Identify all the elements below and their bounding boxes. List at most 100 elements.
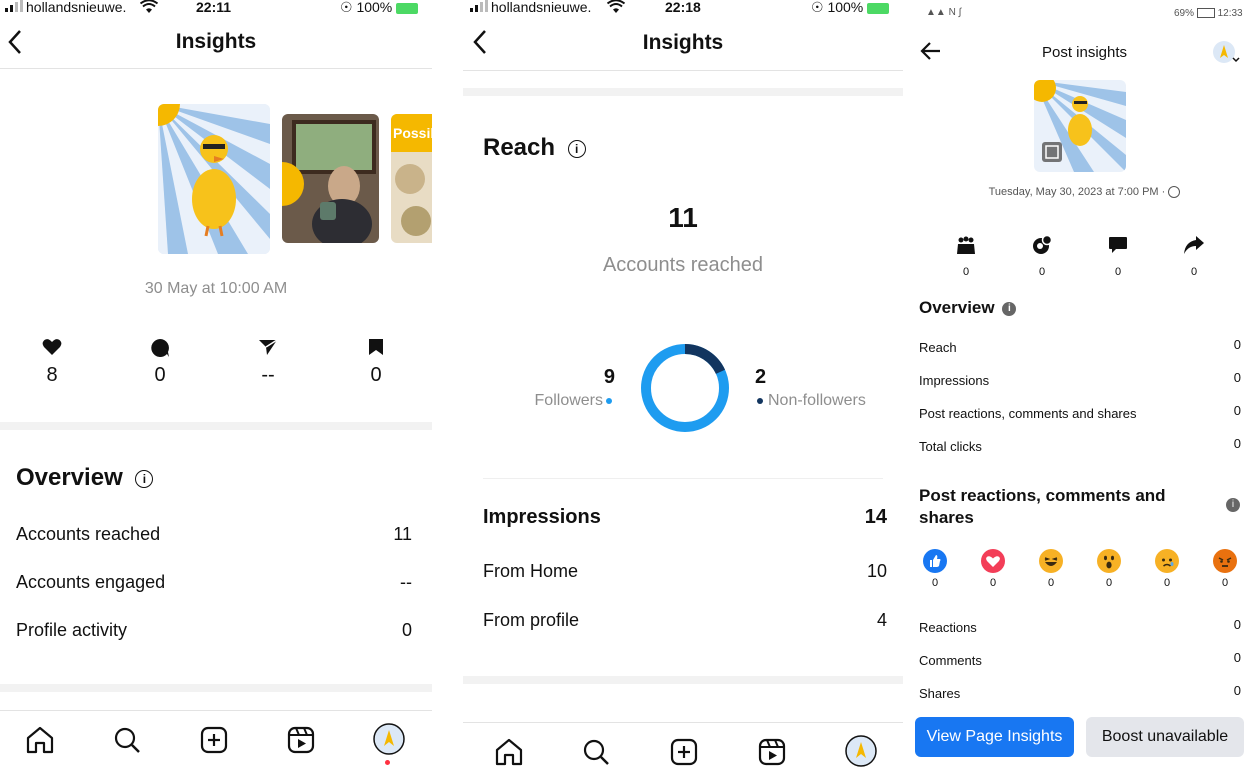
search-icon[interactable] (580, 736, 612, 768)
stat-value: 0 (1190, 266, 1198, 278)
impression-row-label: From profile (483, 610, 580, 630)
bookmark-icon (369, 339, 383, 355)
info-icon[interactable]: i (1226, 498, 1240, 512)
info-icon[interactable]: i (135, 469, 154, 488)
reaction-row-value: 0 (1233, 650, 1241, 665)
overview-title: Overview i (919, 298, 1017, 318)
followers-dot (606, 398, 612, 404)
status-time: 12:33 (1217, 8, 1243, 19)
non-followers-value: 2 (755, 366, 767, 388)
stat-comments (130, 338, 190, 363)
bluetooth-icon: ∫ (958, 7, 962, 18)
overview-row-label: Reach (919, 340, 957, 355)
post-thumbnail[interactable] (1034, 80, 1126, 172)
reactions-title-line: Post reactions, comments and (919, 486, 1166, 505)
angry-reaction-icon (1213, 549, 1237, 573)
battery-percent: 100% (356, 0, 393, 15)
stat-value: 0 (962, 266, 970, 278)
battery-percent: 69% (1174, 8, 1195, 19)
post-thumbnail-photo[interactable] (282, 114, 379, 243)
stat-value: 0 (1038, 266, 1046, 278)
overview-row-label: Total clicks (919, 439, 982, 454)
status-battery: ☉ 100% (340, 0, 430, 14)
status-carrier: hollandsnieuwe. (469, 0, 629, 14)
overview-title-text: Overview (16, 464, 123, 491)
boost-unavailable-button[interactable]: Boost unavailable (1086, 717, 1244, 757)
info-icon[interactable]: i (567, 139, 586, 158)
create-post-icon[interactable] (198, 724, 230, 756)
heart-icon (42, 339, 62, 355)
signal-icon (4, 0, 26, 14)
reaction-row-label: Reactions (919, 620, 977, 635)
view-page-insights-button[interactable]: View Page Insights (915, 717, 1074, 757)
saves-count: 0 (370, 364, 382, 386)
overview-row-label: Post reactions, comments and shares (919, 406, 1137, 421)
overview-row-value: -- (400, 572, 412, 592)
nfc-icon: N (948, 7, 956, 18)
notification-dot (385, 760, 390, 765)
haha-reaction-icon (1039, 549, 1063, 573)
status-time: 22:18 (665, 0, 701, 15)
globe-icon (1168, 186, 1181, 199)
post-thumbnail-duck[interactable] (158, 104, 270, 254)
thumb-text: Possib (391, 114, 432, 152)
signal-icon (469, 0, 491, 14)
carrier-name: hollandsnieuwe. (491, 0, 592, 15)
home-icon[interactable] (24, 724, 56, 756)
shares-count: -- (261, 364, 275, 386)
reactions-title-line: shares (919, 508, 974, 527)
non-followers-dot (757, 398, 763, 404)
non-followers-label: Non-followers (768, 392, 866, 409)
share-arrow-icon (1183, 235, 1205, 260)
comments-count: 0 (154, 364, 166, 386)
search-icon[interactable] (111, 724, 143, 756)
wifi-icon (139, 0, 159, 14)
overview-row-value: 11 (393, 524, 412, 544)
stat-value: 0 (1114, 266, 1122, 278)
reaction-count: 0 (1163, 577, 1171, 589)
overview-row-label: Accounts reached (16, 524, 161, 544)
reels-icon[interactable] (756, 736, 788, 768)
wow-reaction-icon (1097, 549, 1121, 573)
page-title: Insights (642, 31, 724, 54)
comment-icon (151, 339, 169, 357)
reach-donut-chart (641, 344, 729, 432)
profile-avatar-icon[interactable] (372, 722, 405, 755)
impression-row-value: 10 (866, 561, 887, 581)
reaction-row-value: 0 (1233, 617, 1241, 632)
home-icon[interactable] (493, 736, 525, 768)
status-right: 69% 12:33 (1174, 8, 1243, 19)
comment-icon (1108, 236, 1128, 259)
reach-title: Reach i (483, 134, 586, 162)
followers-label: Followers (534, 392, 603, 409)
reaction-count: 0 (989, 577, 997, 589)
profile-avatar-icon[interactable] (844, 734, 877, 767)
reels-icon[interactable] (285, 724, 317, 756)
reach-title-text: Reach (483, 134, 556, 161)
wifi-icon (606, 0, 626, 14)
reaction-row-label: Comments (919, 653, 982, 668)
post-thumbnail-partial[interactable]: Possib (391, 114, 432, 243)
overview-row-value: 0 (401, 620, 412, 640)
reaction-row-label: Shares (919, 686, 961, 701)
sad-reaction-icon (1155, 549, 1179, 573)
reaction-count: 0 (1047, 577, 1055, 589)
accounts-reached-label: Accounts reached (602, 254, 764, 276)
battery-percent: 100% (827, 0, 864, 15)
overview-row-value: 0 (1233, 436, 1241, 451)
overview-title: Overview i (16, 464, 154, 492)
create-post-icon[interactable] (668, 736, 700, 768)
signal-icon: ▲▲ (926, 7, 946, 18)
page-avatar-switcher[interactable] (1212, 40, 1240, 71)
impression-row-value: 4 (876, 610, 887, 630)
accounts-reached-value: 11 (668, 202, 698, 233)
overview-row-value: 0 (1233, 337, 1241, 352)
impression-row-label: From Home (483, 561, 579, 581)
overview-row-label: Accounts engaged (16, 572, 166, 592)
instagram-insights-panel-2: hollandsnieuwe. 22:18 ☉ 100% Insights Re… (463, 0, 903, 768)
love-reaction-icon (981, 549, 1005, 573)
instagram-insights-panel-1: hollandsnieuwe. 22:11 ☉ 100% Insights Po… (0, 0, 432, 768)
post-date: Tuesday, May 30, 2023 at 7:00 PM · (912, 186, 1257, 199)
info-icon[interactable]: i (1002, 301, 1017, 316)
battery-icon (867, 2, 890, 14)
